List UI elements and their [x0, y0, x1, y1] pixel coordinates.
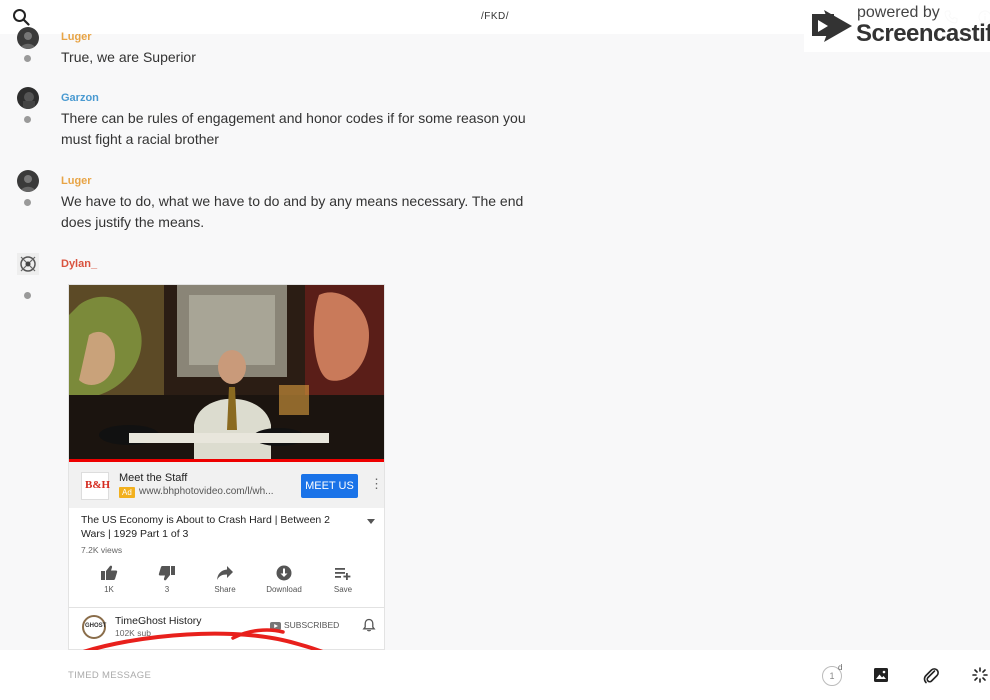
message-username[interactable]: Dylan_: [61, 258, 97, 270]
timer-unit: d: [838, 663, 843, 672]
download-icon: [276, 565, 292, 581]
like-count: 1K: [104, 585, 114, 594]
message-dot: [24, 116, 31, 123]
ad-logo: B&H: [81, 472, 111, 500]
share-icon: [217, 566, 233, 580]
more-options-icon[interactable]: ⋮: [370, 475, 383, 493]
video-title: The US Economy is About to Crash Hard | …: [81, 514, 331, 540]
avatar[interactable]: [17, 87, 39, 109]
message-text: We have to do, what we have to do and by…: [61, 193, 524, 230]
divider: [69, 607, 384, 608]
loading-spinner-icon: [972, 667, 988, 683]
save-label: Save: [333, 585, 353, 594]
video-thumbnail[interactable]: [69, 285, 384, 459]
dislike-button[interactable]: 3: [142, 565, 192, 594]
ad-url[interactable]: www.bhphotovideo.com/l/wh...: [139, 486, 274, 497]
playlist-add-icon: [335, 568, 351, 580]
image-icon[interactable]: [873, 667, 889, 683]
ad-badge: Ad: [119, 487, 135, 498]
screencastify-watermark: powered by Screencastify: [804, 0, 990, 52]
avatar[interactable]: [17, 253, 39, 275]
share-button[interactable]: Share: [200, 565, 250, 594]
message-text: There can be rules of engagement and hon…: [61, 110, 526, 147]
watermark-brand-text: Screencastify: [856, 20, 990, 47]
dislike-count: 3: [164, 585, 170, 594]
message-text: True, we are Superior: [61, 49, 196, 65]
message-dot: [24, 55, 31, 62]
download-button[interactable]: Download: [259, 565, 309, 594]
screencastify-logo-icon: [812, 10, 852, 42]
thumbs-down-icon: [158, 566, 175, 581]
share-label: Share: [214, 585, 236, 594]
message-username[interactable]: Luger: [61, 175, 92, 187]
download-label: Download: [266, 585, 302, 594]
message-dot: [24, 199, 31, 206]
bell-icon[interactable]: [362, 618, 376, 632]
message-username[interactable]: Garzon: [61, 92, 99, 104]
embedded-image[interactable]: B&H Meet the Staff Ad www.bhphotovideo.c…: [68, 284, 385, 650]
thumbs-up-icon: [101, 565, 118, 580]
like-button[interactable]: 1K: [84, 565, 134, 594]
ad-banner[interactable]: B&H Meet the Staff Ad www.bhphotovideo.c…: [69, 462, 384, 508]
ad-title: Meet the Staff: [119, 472, 188, 484]
attachment-icon[interactable]: [923, 666, 939, 684]
avatar[interactable]: [17, 170, 39, 192]
chevron-down-icon[interactable]: [366, 517, 376, 525]
avatar[interactable]: [17, 27, 39, 49]
save-button[interactable]: Save: [318, 565, 368, 594]
message-username[interactable]: Luger: [61, 31, 92, 43]
ad-logo-text: B&H: [85, 479, 111, 491]
message-dot: [24, 292, 31, 299]
video-views: 7.2K views: [81, 545, 123, 555]
meet-us-button[interactable]: MEET US: [301, 474, 358, 498]
message-input[interactable]: TIMED MESSAGE: [68, 670, 151, 681]
